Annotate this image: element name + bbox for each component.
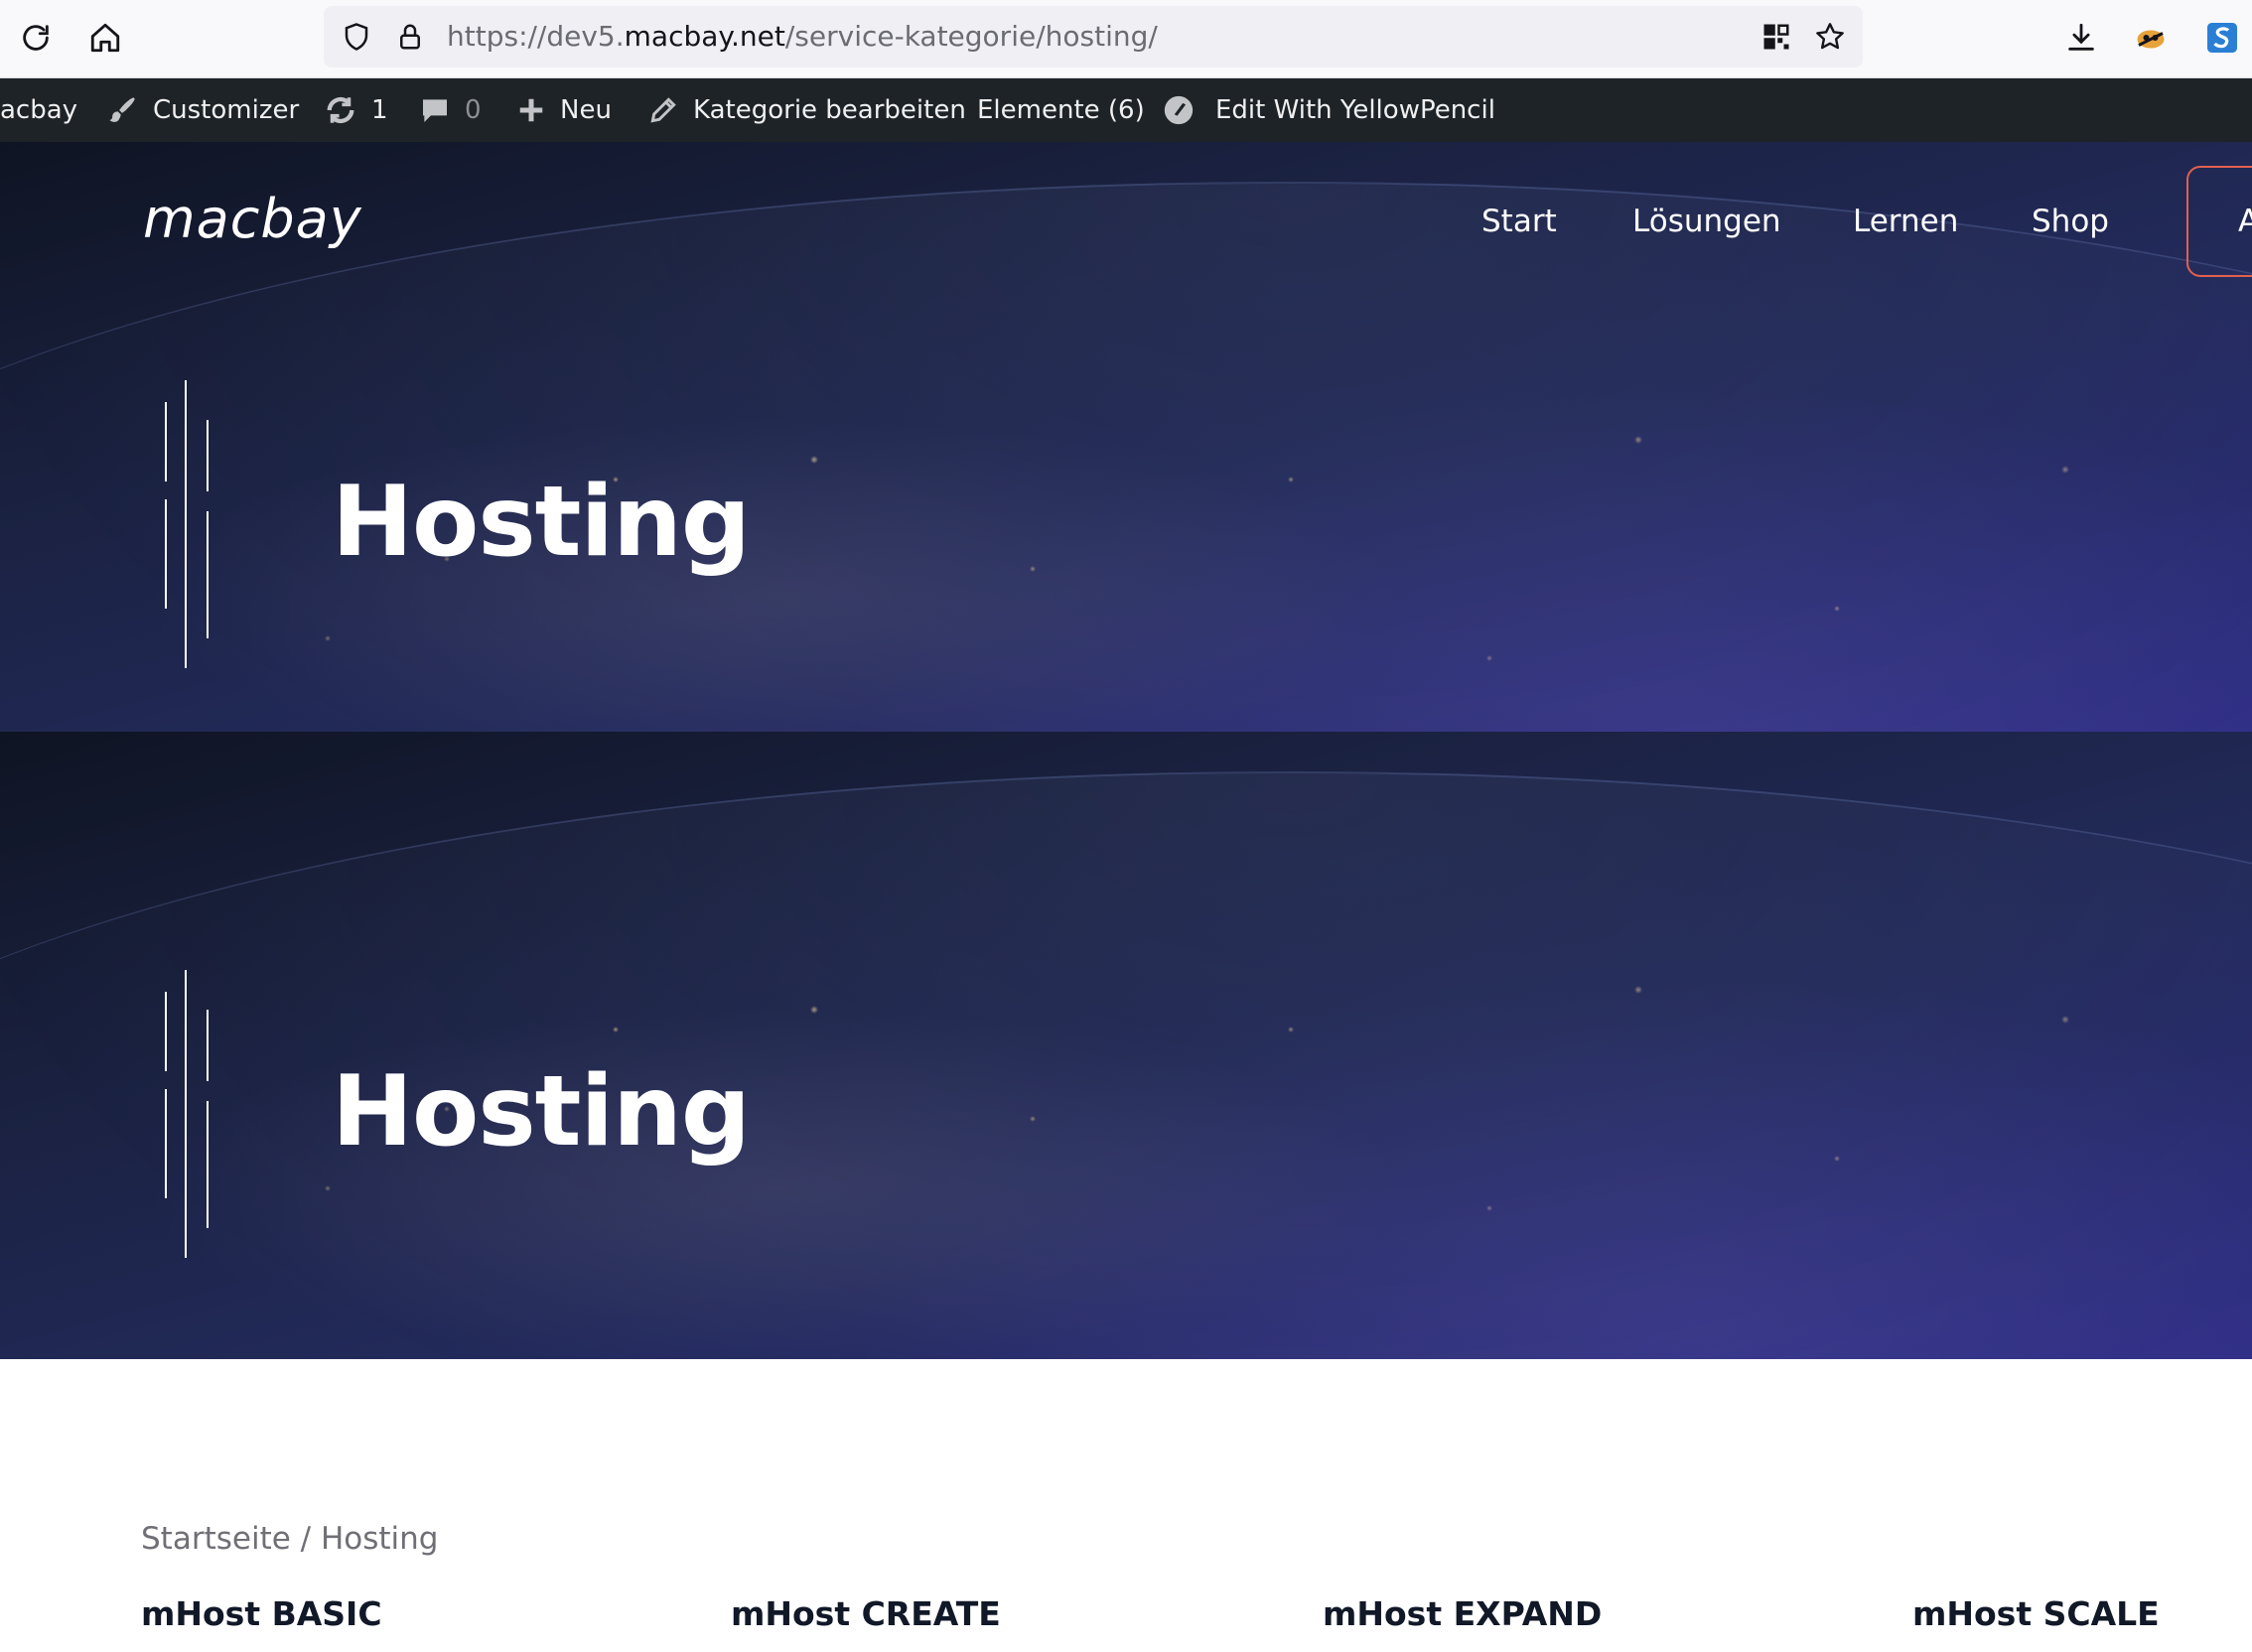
site-logo[interactable]: macbay bbox=[143, 188, 362, 250]
home-icon[interactable] bbox=[81, 14, 129, 62]
admin-site-label: acbay bbox=[0, 95, 78, 125]
browser-toolbar: https://dev5.macbay.net/service-kategori… bbox=[0, 0, 2252, 78]
nav-cta-label: A bbox=[2238, 204, 2252, 239]
nav-link-loesungen[interactable]: Lösungen bbox=[1632, 204, 1781, 239]
breadcrumb-separator: / bbox=[290, 1521, 321, 1557]
hero-section-2: Hosting bbox=[0, 732, 2252, 1359]
yellowpencil-icon bbox=[1162, 93, 1196, 127]
nav-link-start[interactable]: Start bbox=[1481, 204, 1557, 239]
qr-code-icon[interactable] bbox=[1758, 18, 1795, 56]
admin-customizer-label: Customizer bbox=[153, 95, 300, 125]
hero-title: Hosting bbox=[332, 466, 751, 579]
city-lights-texture bbox=[0, 732, 2252, 1319]
nav-link-shop[interactable]: Shop bbox=[2032, 204, 2109, 239]
pencil-icon bbox=[647, 94, 679, 126]
admin-yellowpencil-label: Edit With YellowPencil bbox=[1215, 95, 1495, 125]
lock-icon[interactable] bbox=[391, 18, 429, 56]
admin-site-link[interactable]: acbay bbox=[0, 78, 77, 142]
address-bar[interactable]: https://dev5.macbay.net/service-kategori… bbox=[324, 6, 1863, 68]
comment-icon bbox=[419, 94, 451, 126]
breadcrumb-current: Hosting bbox=[320, 1521, 439, 1557]
url-prefix: https://dev5. bbox=[447, 20, 625, 53]
decorative-lines bbox=[159, 970, 218, 1268]
admin-edit-category-label: Kategorie bearbeiten bbox=[693, 95, 966, 125]
url-text[interactable]: https://dev5.macbay.net/service-kategori… bbox=[447, 6, 1158, 68]
admin-elements-label: Elemente (6) bbox=[977, 95, 1145, 125]
bookmark-star-icon[interactable] bbox=[1811, 18, 1849, 56]
admin-updates[interactable]: 1 bbox=[324, 78, 388, 142]
updates-icon bbox=[324, 93, 357, 127]
admin-new-label: Neu bbox=[560, 95, 612, 125]
hero-section-1: macbay Start Lösungen Lernen Shop A Host… bbox=[0, 142, 2252, 732]
url-path: /service-kategorie/hosting/ bbox=[784, 20, 1158, 53]
product-title-scale[interactable]: mHost SCALE bbox=[1912, 1594, 2160, 1633]
plus-icon bbox=[516, 95, 546, 125]
admin-edit-category[interactable]: Kategorie bearbeiten bbox=[647, 78, 966, 142]
extension-s-icon[interactable] bbox=[2198, 14, 2246, 62]
url-host: macbay.net bbox=[624, 20, 785, 53]
product-title-basic[interactable]: mHost BASIC bbox=[141, 1594, 382, 1633]
admin-bar: acbay Customizer 1 0 Neu Kategorie bearb… bbox=[0, 78, 2252, 142]
nav-cta-button[interactable]: A bbox=[2186, 166, 2252, 277]
download-icon[interactable] bbox=[2057, 14, 2105, 62]
breadcrumb: Startseite / Hosting bbox=[141, 1521, 438, 1557]
admin-updates-count: 1 bbox=[371, 95, 388, 125]
breadcrumb-home[interactable]: Startseite bbox=[141, 1521, 291, 1557]
product-title-expand[interactable]: mHost EXPAND bbox=[1323, 1594, 1602, 1633]
admin-comments-count: 0 bbox=[465, 95, 482, 125]
nav-link-lernen[interactable]: Lernen bbox=[1853, 204, 1958, 239]
admin-new[interactable]: Neu bbox=[516, 78, 612, 142]
decorative-lines bbox=[159, 380, 218, 678]
extension-icon[interactable] bbox=[2127, 14, 2175, 62]
admin-comments[interactable]: 0 bbox=[419, 78, 482, 142]
admin-elements[interactable]: Elemente (6) bbox=[977, 78, 1145, 142]
shield-icon[interactable] bbox=[338, 18, 375, 56]
admin-yellowpencil[interactable]: Edit With YellowPencil bbox=[1162, 78, 1495, 142]
product-title-create[interactable]: mHost CREATE bbox=[731, 1594, 1001, 1633]
hero-title: Hosting bbox=[332, 1055, 751, 1169]
reload-icon[interactable] bbox=[12, 14, 60, 62]
admin-customizer[interactable]: Customizer bbox=[105, 78, 299, 142]
brush-icon bbox=[105, 93, 139, 127]
